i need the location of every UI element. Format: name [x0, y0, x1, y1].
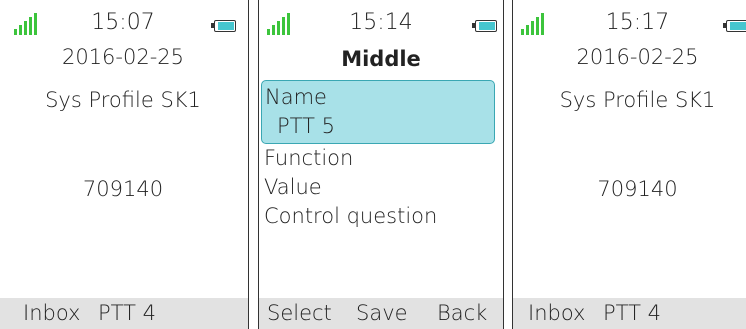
- profile-name: Sys Profile SK1: [559, 88, 716, 112]
- page-title: Middle: [341, 47, 421, 71]
- extension-number: 709140: [597, 177, 678, 201]
- battery-icon: [723, 20, 746, 32]
- softkey-middle[interactable]: PTT 4: [603, 301, 661, 325]
- phone-screen-idle-1: 15:07 2016-02-25 Sys Profile SK1 709140 …: [0, 0, 249, 329]
- battery-icon: [472, 20, 497, 32]
- date: 2016-02-25: [576, 45, 699, 69]
- battery-icon: [211, 20, 236, 32]
- softkey-bar: Inbox PTT 4: [513, 298, 746, 329]
- menu-list: Name PTT 5 Function Value Control questi…: [261, 80, 495, 231]
- softkey-middle[interactable]: PTT 4: [98, 301, 156, 325]
- menu-item-control-question[interactable]: Control question: [264, 202, 495, 231]
- menu-item-label: Name: [265, 85, 327, 109]
- softkey-left[interactable]: Inbox: [23, 301, 80, 325]
- menu-item-function[interactable]: Function: [264, 144, 495, 173]
- softkey-left[interactable]: Inbox: [528, 301, 585, 325]
- profile-name: Sys Profile SK1: [45, 88, 201, 112]
- menu-item-value: PTT 5: [277, 114, 335, 138]
- status-bar: 15:07: [0, 0, 248, 40]
- clock: 15:14: [349, 10, 413, 35]
- softkey-right[interactable]: Back: [437, 301, 487, 325]
- clock: 15:17: [605, 10, 670, 35]
- phone-screen-idle-2: 15:17 2016-02-25 Sys Profile SK1 709140 …: [512, 0, 746, 329]
- extension-number: 709140: [82, 177, 164, 201]
- softkey-left[interactable]: Select: [267, 301, 332, 325]
- phone-screen-menu: 15:14 Middle Name PTT 5 Function Value C…: [258, 0, 504, 329]
- date: 2016-02-25: [61, 45, 185, 69]
- status-bar: 15:17: [513, 0, 746, 40]
- softkey-bar: Inbox PTT 4: [0, 298, 248, 329]
- softkey-middle[interactable]: Save: [356, 301, 408, 325]
- menu-item-value[interactable]: Value: [264, 173, 495, 202]
- menu-item-name[interactable]: Name PTT 5: [261, 80, 495, 144]
- status-bar: 15:14: [259, 0, 503, 40]
- softkey-bar: Select Save Back: [259, 298, 503, 329]
